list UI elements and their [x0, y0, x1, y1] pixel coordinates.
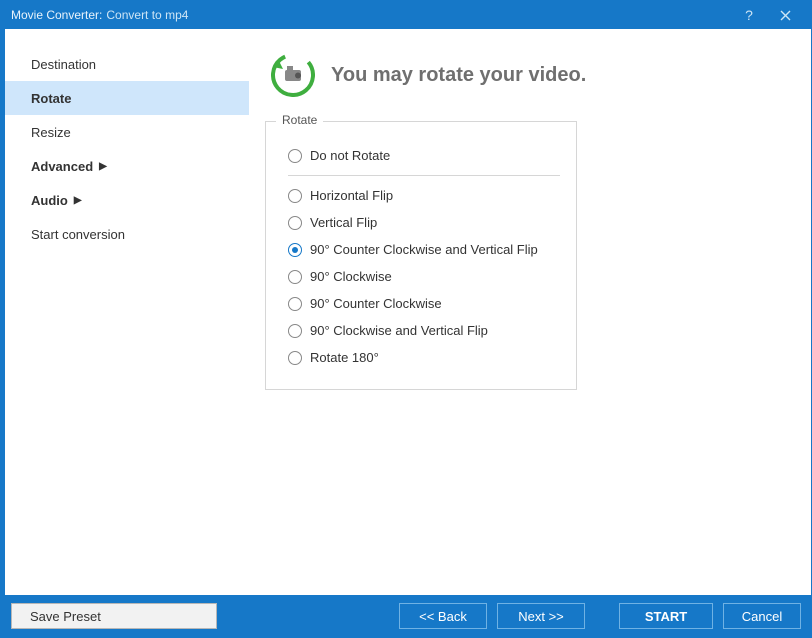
sidebar-item-advanced[interactable]: Advanced ▶ [5, 149, 249, 183]
sidebar-item-start-conversion[interactable]: Start conversion [5, 217, 249, 251]
close-icon[interactable] [767, 1, 803, 29]
titlebar-subtitle: Convert to mp4 [106, 8, 188, 22]
rotate-option-label: 90° Clockwise and Vertical Flip [310, 323, 488, 338]
rotate-option-label: 90° Counter Clockwise and Vertical Flip [310, 242, 538, 257]
sidebar-item-rotate[interactable]: Rotate [1, 81, 249, 115]
page-title: You may rotate your video. [331, 64, 586, 87]
rotate-radio[interactable] [288, 216, 302, 230]
rotate-group: Rotate Do not RotateHorizontal FlipVerti… [265, 121, 577, 390]
next-button[interactable]: Next >> [497, 603, 585, 629]
sidebar-item-destination[interactable]: Destination [5, 47, 249, 81]
divider [288, 175, 560, 176]
rotate-option[interactable]: 90° Clockwise and Vertical Flip [288, 317, 560, 344]
sidebar-item-label: Audio [31, 193, 68, 208]
titlebar-app: Movie Converter: [11, 8, 102, 22]
cancel-button[interactable]: Cancel [723, 603, 801, 629]
rotate-option-label: 90° Counter Clockwise [310, 296, 442, 311]
sidebar: Destination Rotate Resize Advanced ▶ Audio ▶ St… [1, 29, 249, 595]
rotate-radio[interactable] [288, 243, 302, 257]
rotate-option[interactable]: Horizontal Flip [288, 182, 560, 209]
rotate-option[interactable]: 90° Counter Clockwise and Vertical Flip [288, 236, 560, 263]
rotate-option-label: Vertical Flip [310, 215, 377, 230]
rotate-option[interactable]: Vertical Flip [288, 209, 560, 236]
group-legend: Rotate [276, 113, 323, 127]
rotate-radio[interactable] [288, 149, 302, 163]
sidebar-item-label: Advanced [31, 159, 93, 174]
rotate-icon [271, 53, 315, 97]
rotate-option-label: Do not Rotate [310, 148, 390, 163]
sidebar-item-label: Destination [31, 57, 96, 72]
sidebar-item-label: Resize [31, 125, 71, 140]
chevron-right-icon: ▶ [74, 195, 82, 206]
titlebar: Movie Converter: Convert to mp4 ? [1, 1, 811, 29]
rotate-option-label: Horizontal Flip [310, 188, 393, 203]
sidebar-item-label: Rotate [31, 91, 71, 106]
rotate-option-label: 90° Clockwise [310, 269, 392, 284]
chevron-right-icon: ▶ [99, 161, 107, 172]
back-button[interactable]: << Back [399, 603, 487, 629]
help-icon[interactable]: ? [731, 1, 767, 29]
rotate-option[interactable]: Do not Rotate [288, 142, 560, 169]
rotate-option[interactable]: 90° Clockwise [288, 263, 560, 290]
rotate-radio[interactable] [288, 351, 302, 365]
rotate-option-label: Rotate 180° [310, 350, 379, 365]
rotate-radio[interactable] [288, 189, 302, 203]
rotate-radio[interactable] [288, 297, 302, 311]
sidebar-item-audio[interactable]: Audio ▶ [5, 183, 249, 217]
sidebar-item-label: Start conversion [31, 227, 125, 242]
rotate-radio[interactable] [288, 270, 302, 284]
main-panel: You may rotate your video. Rotate Do not… [249, 29, 811, 595]
rotate-option[interactable]: Rotate 180° [288, 344, 560, 371]
footer: Save Preset << Back Next >> START Cancel [1, 595, 811, 637]
save-preset-button[interactable]: Save Preset [11, 603, 217, 629]
rotate-radio[interactable] [288, 324, 302, 338]
rotate-option[interactable]: 90° Counter Clockwise [288, 290, 560, 317]
sidebar-item-resize[interactable]: Resize [5, 115, 249, 149]
start-button[interactable]: START [619, 603, 713, 629]
